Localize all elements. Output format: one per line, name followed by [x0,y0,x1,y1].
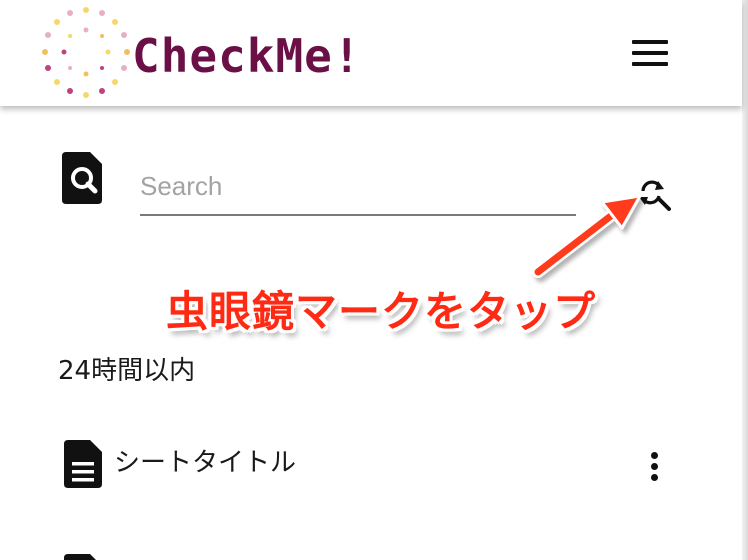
search-input[interactable] [140,158,576,216]
document-icon [64,554,96,560]
hamburger-menu-icon[interactable] [628,36,672,70]
app-page: CheckMe! 虫眼鏡マークをタップ 24 [0,0,748,560]
sheet-list-item[interactable]: シートタイトル [60,432,680,496]
section-heading: 24時間以内 [58,356,196,386]
callout-label: 虫眼鏡マークをタップ [166,287,597,336]
app-logo-text: CheckMe! [132,29,362,83]
more-vertical-icon[interactable] [642,452,666,484]
scrollbar-track[interactable] [742,0,748,560]
document-icon [64,440,102,488]
dotted-circle-logo-icon [42,7,130,98]
top-app-bar: CheckMe! [0,0,742,106]
document-search-icon [62,152,102,204]
callout-arrow-icon [532,194,642,278]
sheet-title[interactable]: シートタイトル [114,442,296,479]
search-field [140,158,576,220]
